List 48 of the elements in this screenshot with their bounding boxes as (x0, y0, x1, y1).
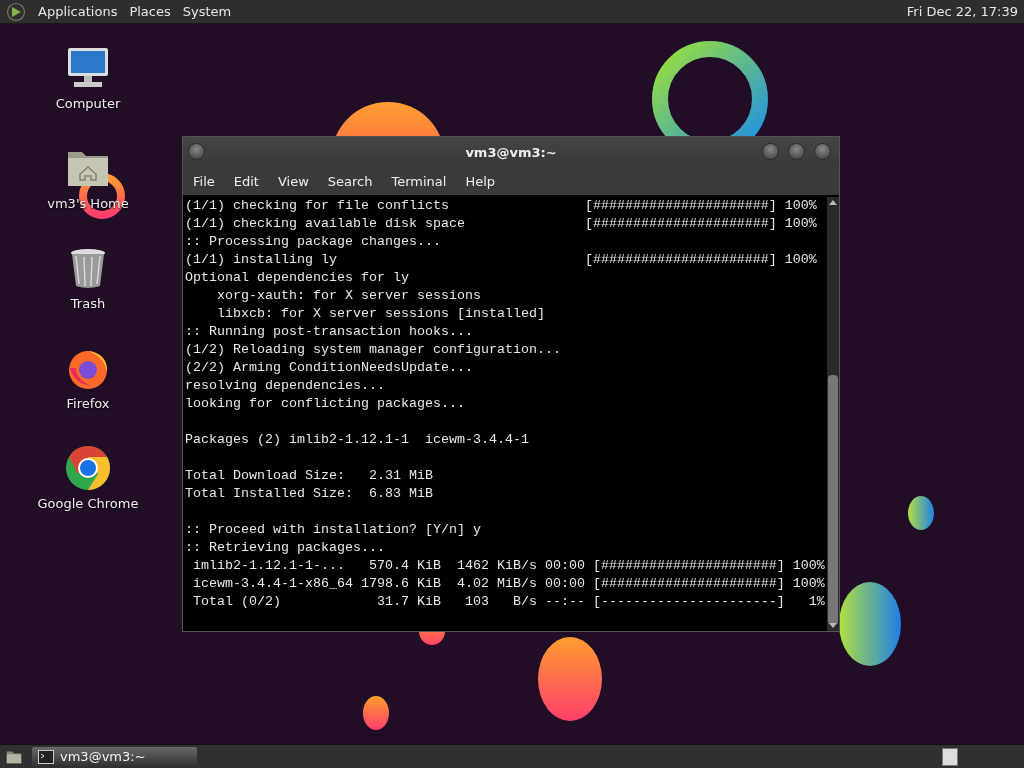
terminal-line: :: Running post-transaction hooks... (185, 323, 474, 341)
terminal-line: xorg-xauth: for X server sessions (216, 287, 482, 305)
terminal-icon (38, 749, 54, 764)
terminal-line: (1/1) installing ly [######################] 100% (185, 251, 818, 269)
scroll-up-icon[interactable] (829, 200, 837, 205)
scroll-down-icon[interactable] (829, 623, 837, 628)
terminal-line: icewm-3.4.4-1-x86_64 1798.6 KiB 4.02 MiB/s 00:00 [######################] 100% (192, 575, 826, 593)
terminal-line: (1/1) checking for file conflicts [######################] 100% (185, 197, 818, 215)
menu-item[interactable]: Help (459, 173, 504, 189)
icon-label[interactable]: Firefox (66, 396, 110, 411)
close-button[interactable] (814, 143, 831, 160)
terminal-line: looking for conflicting packages... (185, 395, 466, 413)
terminal-line: (1/1) checking available disk space [######################] 100% (185, 215, 818, 233)
terminal-line: imlib2-1.12.1-1-... 570.4 KiB 1462 KiB/s 00:00 [######################] 100% (192, 557, 826, 575)
terminal-line: Total Installed Size: 6.83 MiB (185, 485, 434, 503)
window-title: vm3@vm3:~ (465, 144, 557, 160)
terminal-line: (2/2) Arming ConditionNeedsUpdate... (185, 359, 474, 377)
chrome-logo-icon[interactable] (64, 444, 112, 492)
panel-menu[interactable]: Applications (32, 4, 124, 19)
menu-item[interactable]: Edit (227, 173, 267, 189)
terminal-line: libxcb: for X server sessions [installed] (216, 305, 546, 323)
icon-label[interactable]: Computer (55, 96, 121, 111)
maximize-button[interactable] (788, 143, 805, 160)
scroll-thumb[interactable] (828, 375, 838, 625)
play-logo-icon[interactable] (6, 1, 26, 22)
minimize-button[interactable] (762, 143, 779, 160)
terminal-line: Optional dependencies for ly (185, 269, 410, 287)
terminal-line: :: Retrieving packages... (185, 539, 386, 557)
workspace-switcher[interactable] (942, 747, 958, 766)
window-menu-button[interactable] (188, 143, 205, 160)
terminal-line: Total (0/2) 31.7 KiB 103 B/s --:-- [----------------------] 1% (192, 593, 826, 611)
menu-item[interactable]: Terminal (385, 173, 455, 189)
menu-item[interactable]: Search (321, 173, 381, 189)
icon-label[interactable]: Trash (70, 296, 106, 311)
icon-label[interactable]: Google Chrome (37, 496, 139, 511)
scroll-bar[interactable] (827, 197, 839, 631)
terminal-line: :: Processing package changes... (185, 233, 442, 251)
clock[interactable]: Fri Dec 22, 17:39 (906, 4, 1018, 19)
menu-item[interactable]: View (271, 173, 317, 189)
terminal-line: Packages (2) imlib2-1.12.1-1 icewm-3.4.4-1 (185, 431, 530, 449)
terminal-line: resolving dependencies... (185, 377, 386, 395)
terminal-line: Total Download Size: 2.31 MiB (185, 467, 434, 485)
terminal-line: :: Proceed with installation? [Y/n] y (185, 521, 482, 539)
terminal-line: (1/2) Reloading system manager configuration... (185, 341, 562, 359)
menu-item[interactable]: File (187, 173, 223, 189)
panel-menu[interactable]: System (176, 4, 238, 19)
task-button[interactable]: vm3@vm3:~ (32, 746, 197, 767)
panel-menu[interactable]: Places (123, 4, 177, 19)
